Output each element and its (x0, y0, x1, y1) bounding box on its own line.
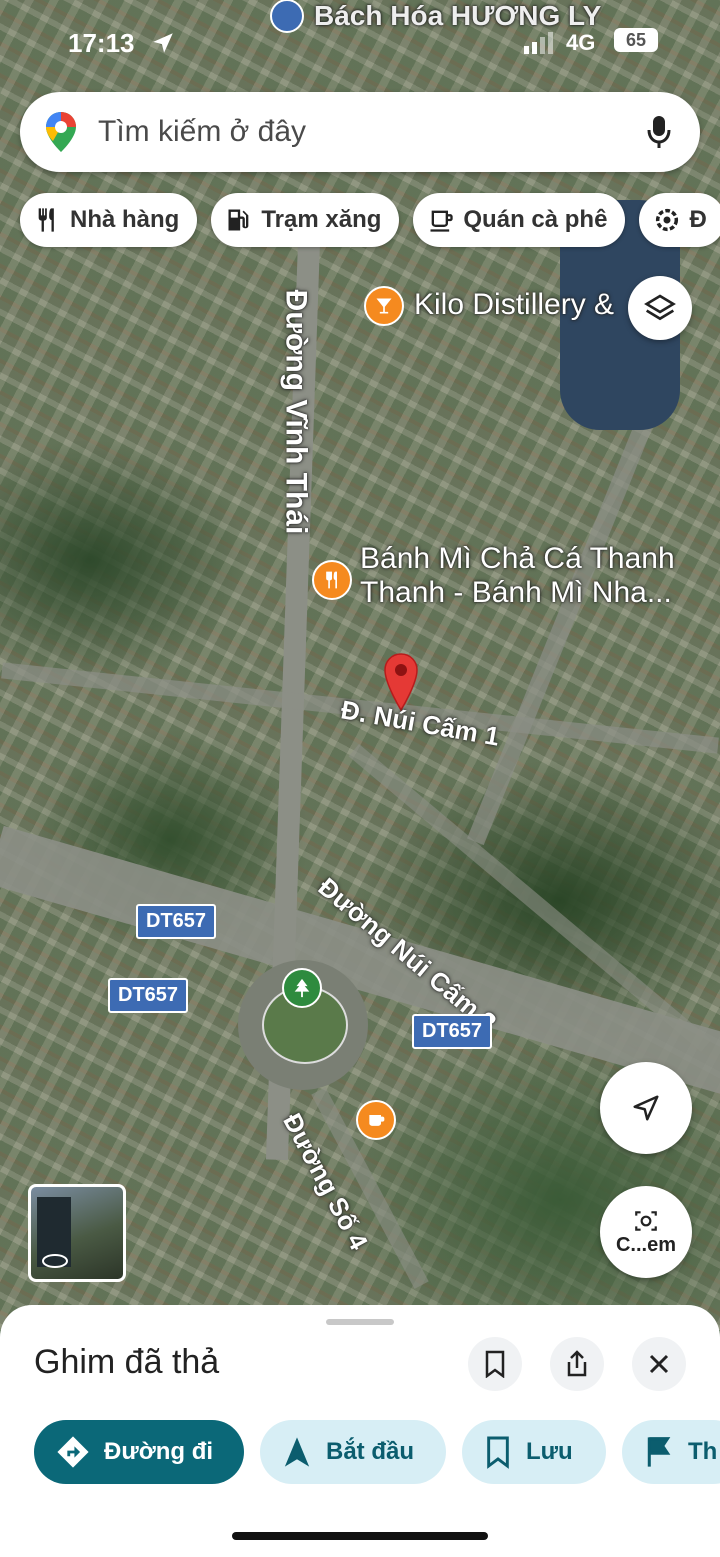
place-name-line1: Bánh Mì Chả Cá Thanh (360, 542, 675, 575)
gas-station-icon (228, 209, 249, 231)
share-button[interactable] (550, 1337, 604, 1391)
close-button[interactable] (632, 1337, 686, 1391)
location-arrow-icon (153, 33, 173, 53)
route-badge-dt657-3: DT657 (412, 1014, 493, 1049)
chip-more[interactable]: Đ (639, 193, 720, 247)
coffee-icon (430, 210, 454, 232)
street-view-thumbnail[interactable] (28, 1184, 126, 1282)
route-badge-dt657-2: DT657 (108, 978, 189, 1013)
tree-icon (294, 978, 310, 998)
street-name: Đường Vĩnh Thái (279, 289, 313, 535)
place-name-line2: Thanh - Bánh Mì Nha... (360, 576, 672, 609)
place-bottom-sheet[interactable]: Ghim đã thả Đường đi Bắt đầu Lưu Th (0, 1305, 720, 1557)
save-button[interactable]: Lưu (462, 1420, 606, 1484)
cafe-poi-icon[interactable] (356, 1100, 396, 1140)
place-banh-mi[interactable]: Bánh Mì Chả Cá Thanh Thanh - Bánh Mì Nha… (360, 542, 675, 610)
add-label-button[interactable]: Th (622, 1420, 720, 1484)
street-vinh-thai: Đường Vĩnh Thái (278, 290, 312, 535)
chip-label: Đ (689, 206, 707, 233)
directions-icon (57, 1436, 89, 1468)
route-badge-dt657-1: DT657 (136, 904, 217, 939)
sheet-drag-handle[interactable] (326, 1319, 394, 1325)
lens-button[interactable]: C...em (600, 1186, 692, 1278)
action-buttons: Đường đi Bắt đầu Lưu Th (34, 1420, 720, 1484)
top-place-label[interactable]: Bách Hóa HƯƠNG LY (270, 0, 602, 33)
store-pin-icon (270, 0, 304, 33)
search-bar[interactable]: Tìm kiếm ở đây (20, 92, 700, 172)
fork-knife-icon (38, 208, 54, 232)
bookmark-icon (485, 1350, 505, 1378)
chip-label: Trạm xăng (261, 206, 382, 233)
restaurant-poi-icon[interactable] (312, 560, 352, 600)
navigation-arrow-icon (284, 1437, 310, 1467)
sheet-title: Ghim đã thả (34, 1343, 220, 1381)
bookmark-icon (487, 1436, 509, 1469)
lens-label: C...em (615, 1233, 677, 1256)
place-kilo-distillery[interactable]: Kilo Distillery & (414, 288, 614, 322)
battery-level: 65 (625, 30, 647, 50)
status-network: 4G (566, 30, 596, 55)
rotate-360-icon (42, 1254, 68, 1268)
start-button[interactable]: Bắt đầu (260, 1420, 446, 1484)
microphone-icon[interactable] (646, 114, 672, 150)
share-icon (567, 1350, 587, 1377)
action-label: Đường đi (104, 1438, 214, 1465)
layers-icon (644, 294, 676, 321)
bar-icon[interactable] (364, 286, 404, 326)
chip-gas-stations[interactable]: Trạm xăng (211, 193, 400, 247)
my-location-button[interactable] (600, 1062, 692, 1154)
flag-icon (647, 1437, 671, 1467)
park-poi-icon[interactable] (282, 968, 322, 1008)
category-chips: Nhà hàng Trạm xăng Quán cà phê Đ (20, 193, 720, 247)
layers-button[interactable] (628, 276, 692, 340)
signal-icon (524, 32, 553, 54)
navigation-arrow-icon (633, 1095, 659, 1121)
directions-button[interactable]: Đường đi (34, 1420, 244, 1484)
google-maps-pin-icon (46, 112, 76, 152)
action-label: Th (688, 1438, 718, 1465)
fork-knife-icon (326, 571, 337, 589)
home-indicator[interactable] (232, 1532, 488, 1540)
top-place-name: Bách Hóa HƯƠNG LY (314, 0, 602, 31)
road-east (467, 374, 671, 846)
settings-icon (656, 208, 679, 232)
coffee-icon (369, 1115, 385, 1126)
cocktail-icon (376, 298, 392, 314)
save-icon-button[interactable] (468, 1337, 522, 1391)
chip-coffee[interactable]: Quán cà phê (413, 193, 626, 247)
status-time: 17:13 (68, 28, 135, 58)
chip-label: Quán cà phê (463, 206, 608, 233)
status-battery: 65 (614, 28, 658, 52)
chip-restaurants[interactable]: Nhà hàng (20, 193, 198, 247)
search-placeholder: Tìm kiếm ở đây (98, 115, 307, 148)
chip-label: Nhà hàng (70, 206, 180, 233)
close-icon (649, 1354, 669, 1374)
camera-lens-icon (635, 1210, 657, 1231)
action-label: Lưu (526, 1438, 573, 1465)
action-label: Bắt đầu (326, 1438, 415, 1465)
